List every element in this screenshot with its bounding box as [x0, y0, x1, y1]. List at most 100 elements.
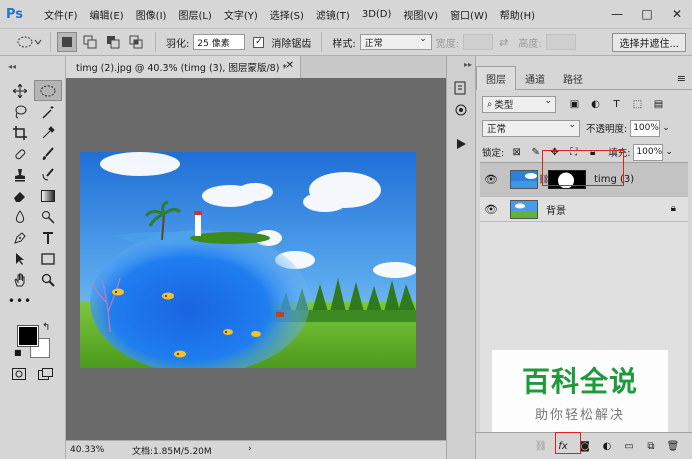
clone-stamp-tool[interactable]	[6, 164, 34, 185]
opacity-input[interactable]: 100%	[630, 119, 661, 137]
dock-collapse-icon[interactable]: ▸▸	[447, 60, 475, 69]
tab-channels[interactable]: 通道	[516, 66, 554, 90]
shape-filter-icon[interactable]: ⬚	[627, 99, 648, 110]
intersect-selection-button[interactable]	[126, 32, 146, 52]
tab-paths[interactable]: 路径	[554, 66, 592, 90]
type-filter-icon[interactable]: T	[606, 99, 627, 110]
minimize-icon[interactable]: —	[602, 0, 632, 28]
healing-brush-tool[interactable]	[6, 143, 34, 164]
tool-preset-picker[interactable]	[14, 32, 44, 52]
watermark: 百科全说 助你轻松解决	[492, 350, 668, 432]
move-tool[interactable]	[6, 80, 34, 101]
lock-transparent-icon[interactable]: ⊠	[507, 147, 526, 158]
layer-thumbnail[interactable]	[510, 170, 538, 189]
properties-panel-button[interactable]	[447, 99, 475, 121]
hand-tool[interactable]	[6, 269, 34, 290]
panel-collapse-icon[interactable]: ◂◂	[8, 62, 16, 71]
new-selection-button[interactable]	[57, 32, 77, 52]
screen-mode-button[interactable]	[38, 368, 54, 383]
blur-tool[interactable]	[6, 206, 34, 227]
subtract-selection-button[interactable]	[103, 32, 123, 52]
panel-menu-icon[interactable]: ≡	[677, 72, 686, 85]
fill-input[interactable]: 100%	[633, 143, 664, 161]
status-menu-arrow-icon[interactable]: ›	[248, 444, 252, 454]
document-tab[interactable]: timg (2).jpg @ 40.3% (timg (3), 图层蒙版/8) …	[66, 56, 301, 78]
adjustment-layer-icon[interactable]: ◐	[596, 441, 618, 452]
dodge-tool[interactable]	[34, 206, 62, 227]
feather-input[interactable]: 25 像素	[193, 34, 246, 50]
layer-lock-icon: 🔒︎	[670, 203, 676, 214]
actions-panel-button[interactable]	[447, 133, 475, 155]
default-colors-icon[interactable]: ■	[14, 348, 22, 357]
layer-thumbnail[interactable]	[510, 199, 538, 219]
smart-object-filter-icon[interactable]: ▤	[648, 99, 669, 110]
menu-help[interactable]: 帮助(H)	[500, 7, 535, 22]
menu-3d[interactable]: 3D(D)	[362, 9, 392, 20]
brush-icon	[42, 146, 54, 160]
menu-type[interactable]: 文字(Y)	[224, 7, 258, 22]
swap-colors-icon[interactable]: ↰	[42, 322, 50, 333]
gradient-tool[interactable]	[34, 185, 62, 206]
kind-filter-select[interactable]: ⌕ 类型	[482, 95, 556, 113]
history-brush-tool[interactable]	[34, 164, 62, 185]
menu-layer[interactable]: 图层(L)	[178, 7, 211, 22]
eye-icon[interactable]: 👁︎	[480, 203, 502, 216]
rectangle-tool[interactable]	[34, 248, 62, 269]
add-selection-button[interactable]	[80, 32, 100, 52]
layer-filter-row: ⌕ 类型 ▣ ◐ T ⬚ ▤	[482, 94, 686, 114]
lasso-tool[interactable]	[6, 101, 34, 122]
window-controls: — □ ✕	[602, 0, 692, 28]
style-select[interactable]: 正常	[359, 34, 432, 50]
eraser-tool[interactable]	[6, 185, 34, 206]
elliptical-marquee-tool[interactable]	[34, 80, 62, 101]
menu-filter[interactable]: 滤镜(T)	[316, 7, 350, 22]
close-icon[interactable]: ✕	[662, 0, 692, 28]
opacity-dropdown-icon[interactable]: ⌄	[662, 123, 670, 133]
image-filter-icon[interactable]: ▣	[564, 99, 585, 110]
delete-layer-icon[interactable]: 🗑︎	[662, 441, 684, 452]
pen-tool[interactable]	[6, 227, 34, 248]
link-layers-icon[interactable]: ⛓︎	[530, 441, 552, 452]
height-input[interactable]	[545, 34, 576, 50]
adjustment-filter-icon[interactable]: ◐	[585, 99, 606, 110]
blend-mode-select[interactable]: 正常	[482, 119, 580, 137]
app-logo[interactable]: Ps	[6, 4, 30, 24]
image-canvas[interactable]	[80, 152, 416, 368]
width-input[interactable]	[463, 34, 494, 50]
swap-dimensions-icon[interactable]: ⇄	[499, 36, 508, 49]
menu-window[interactable]: 窗口(W)	[450, 7, 488, 22]
zoom-tool[interactable]	[34, 269, 62, 290]
brush-tool[interactable]	[34, 143, 62, 164]
menu-image[interactable]: 图像(I)	[136, 7, 167, 22]
maximize-icon[interactable]: □	[632, 0, 662, 28]
history-panel-button[interactable]	[447, 77, 475, 99]
menu-file[interactable]: 文件(F)	[44, 7, 78, 22]
eye-icon[interactable]: 👁︎	[480, 173, 502, 186]
screen-mode-icon	[38, 368, 53, 380]
add-mask-highlight-annotation	[555, 432, 581, 454]
foreground-color-swatch[interactable]	[17, 325, 39, 347]
path-selection-tool[interactable]	[6, 248, 34, 269]
edit-toolbar-button[interactable]: •••	[6, 290, 34, 311]
close-tab-icon[interactable]: ✕	[286, 60, 294, 71]
height-label: 高度:	[518, 38, 542, 50]
antialias-checkbox[interactable]: ✓	[253, 36, 265, 48]
crop-tool[interactable]	[6, 122, 34, 143]
menu-edit[interactable]: 编辑(E)	[90, 7, 124, 22]
quick-mask-icon	[12, 368, 26, 380]
magic-wand-tool[interactable]	[34, 101, 62, 122]
fill-dropdown-icon[interactable]: ⌄	[665, 147, 673, 157]
eyedropper-tool[interactable]	[34, 122, 62, 143]
magic-wand-icon	[42, 105, 54, 119]
menu-view[interactable]: 视图(V)	[403, 7, 438, 22]
quick-mask-button[interactable]	[12, 368, 26, 383]
new-layer-icon[interactable]: ⧉	[640, 441, 662, 452]
tab-layers[interactable]: 图层	[476, 66, 516, 90]
select-and-mask-button[interactable]: 选择并遮住...	[612, 33, 686, 52]
type-tool[interactable]	[34, 227, 62, 248]
zoom-level[interactable]: 40.33%	[70, 445, 114, 455]
menu-select[interactable]: 选择(S)	[270, 7, 304, 22]
layer-row[interactable]: 👁︎ 背景 🔒︎	[480, 197, 688, 222]
new-group-icon[interactable]: ▭	[618, 441, 640, 452]
history-icon	[454, 81, 466, 95]
